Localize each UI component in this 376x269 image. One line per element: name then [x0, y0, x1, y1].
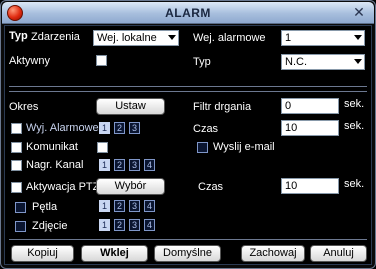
settings-panel: Typ Zdarzenia Wej. lokalne Wej. alarmowe…	[4, 25, 372, 265]
tour-ch3[interactable]: 3	[129, 200, 140, 212]
window-title: ALARM	[165, 6, 211, 20]
divider-top-2	[9, 91, 367, 92]
tour-label: Pętla	[32, 201, 58, 213]
snapshot-checkbox[interactable]	[15, 221, 26, 232]
alarm-out-label: Wyj. Alarmowe	[26, 122, 99, 134]
divider-top	[9, 86, 367, 87]
ptz-label: Aktywacja PTZ	[26, 181, 100, 193]
alarm-out-ch3[interactable]: 3	[129, 122, 140, 134]
alarm-out-ch1[interactable]: 1	[99, 122, 110, 134]
debounce-label: Filtr drgania	[193, 101, 252, 113]
snapshot-ch4[interactable]: 4	[144, 219, 155, 231]
tour-ch4[interactable]: 4	[144, 200, 155, 212]
record-channel-label: Nagr. Kanal	[26, 159, 84, 171]
time-input[interactable]: 10	[281, 120, 339, 136]
time-unit: sek.	[344, 120, 365, 132]
alarm-dialog: ALARM ✕ Typ Zdarzenia Wej. lokalne Wej. …	[0, 0, 376, 269]
ptz-select-button[interactable]: Wybór	[96, 178, 165, 195]
record-ch3[interactable]: 3	[129, 159, 140, 171]
ptz-time-label: Czas	[198, 181, 224, 193]
chevron-down-icon	[168, 35, 176, 40]
chevron-down-icon	[354, 35, 362, 40]
active-checkbox[interactable]	[96, 55, 107, 66]
ptz-time-unit: sek.	[344, 178, 365, 190]
tour-ch1[interactable]: 1	[99, 200, 110, 212]
event-type-value: Wej. lokalne	[97, 32, 157, 44]
default-button[interactable]: Domyślne	[154, 245, 221, 262]
alarm-input-select[interactable]: 1	[281, 30, 365, 46]
event-type-label-b: Zdarzenia	[31, 31, 80, 43]
copy-button[interactable]: Kopiuj	[11, 245, 74, 262]
save-button[interactable]: Zachowaj	[241, 245, 305, 262]
divider-bottom	[9, 239, 367, 240]
tour-ch2[interactable]: 2	[114, 200, 125, 212]
snapshot-label: Zdjęcie	[32, 220, 68, 232]
time-label: Czas	[193, 123, 219, 135]
record-ch2[interactable]: 2	[114, 159, 125, 171]
ptz-time-input[interactable]: 10	[281, 178, 339, 194]
message-label: Komunikat	[26, 141, 78, 153]
record-ch1[interactable]: 1	[99, 159, 110, 171]
alarm-out-ch2[interactable]: 2	[114, 122, 125, 134]
record-ch4[interactable]: 4	[144, 159, 155, 171]
snapshot-ch3[interactable]: 3	[129, 219, 140, 231]
ptz-checkbox[interactable]	[11, 182, 22, 193]
snapshot-ch2[interactable]: 2	[114, 219, 125, 231]
record-channel-checkbox[interactable]	[11, 160, 22, 171]
close-icon[interactable]: ✕	[352, 5, 366, 19]
event-type-select[interactable]: Wej. lokalne	[93, 30, 179, 46]
message-checkbox[interactable]	[11, 142, 22, 153]
alarm-input-value: 1	[285, 32, 292, 44]
type-value: N.C.	[285, 56, 307, 68]
set-period-button[interactable]: Ustaw	[96, 98, 165, 115]
title-bar[interactable]: ALARM ✕	[2, 2, 374, 24]
send-email-label: Wyslij e-mail	[213, 141, 275, 153]
period-label: Okres	[9, 101, 39, 113]
chevron-down-icon	[354, 59, 362, 64]
paste-button[interactable]: Wklej	[81, 245, 148, 262]
event-type-label-a: Typ	[9, 30, 28, 42]
tour-checkbox[interactable]	[15, 202, 26, 213]
debounce-input[interactable]: 0	[281, 98, 339, 114]
type-select[interactable]: N.C.	[281, 54, 365, 70]
active-label: Aktywny	[9, 55, 50, 67]
type-label: Typ	[193, 56, 211, 68]
cancel-button[interactable]: Anuluj	[310, 245, 367, 262]
alarm-input-label: Wej. alarmowe	[193, 32, 266, 44]
debounce-unit: sek.	[344, 98, 365, 110]
message-extra-checkbox[interactable]	[97, 142, 108, 153]
alarm-out-checkbox[interactable]	[11, 123, 22, 134]
send-email-checkbox[interactable]	[197, 142, 208, 153]
snapshot-ch1[interactable]: 1	[99, 219, 110, 231]
